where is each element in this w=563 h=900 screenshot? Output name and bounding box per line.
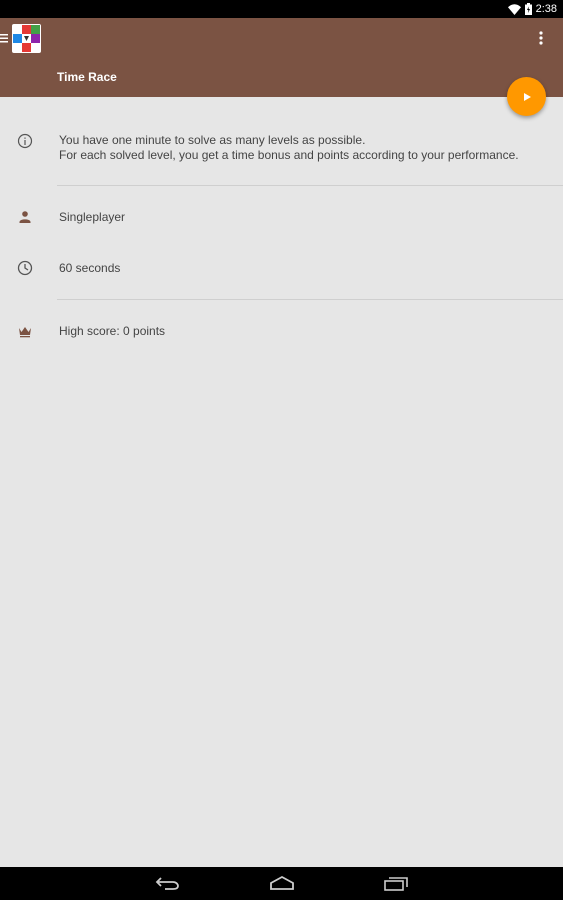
clock-icon [17, 260, 33, 276]
info-icon [17, 133, 33, 149]
recents-icon[interactable] [381, 873, 411, 893]
high-score-label: High score: 0 points [59, 324, 166, 338]
divider [57, 185, 563, 186]
status-time: 2:38 [535, 3, 557, 15]
more-vert-icon[interactable] [533, 30, 549, 46]
info-line-2: For each solved level, you get a time bo… [59, 148, 519, 162]
divider [57, 299, 563, 300]
status-bar: 2:38 [0, 0, 563, 18]
players-label: Singleplayer [59, 210, 126, 224]
battery-icon [524, 3, 532, 15]
person-icon [19, 211, 31, 223]
app-bar: Time Race [0, 18, 563, 97]
duration-label: 60 seconds [59, 261, 121, 275]
status-icons: 2:38 [507, 2, 557, 16]
crown-icon [19, 327, 31, 338]
play-icon [523, 92, 531, 101]
start-button[interactable] [507, 77, 546, 116]
app-title: Time Race [57, 70, 117, 84]
hamburger-icon[interactable] [0, 32, 10, 44]
home-icon[interactable] [267, 873, 297, 893]
info-line-1: You have one minute to solve as many lev… [59, 133, 366, 147]
app-logo[interactable] [12, 24, 41, 53]
wifi-icon [507, 3, 521, 15]
navigation-bar [0, 867, 563, 900]
back-icon[interactable] [153, 873, 183, 893]
